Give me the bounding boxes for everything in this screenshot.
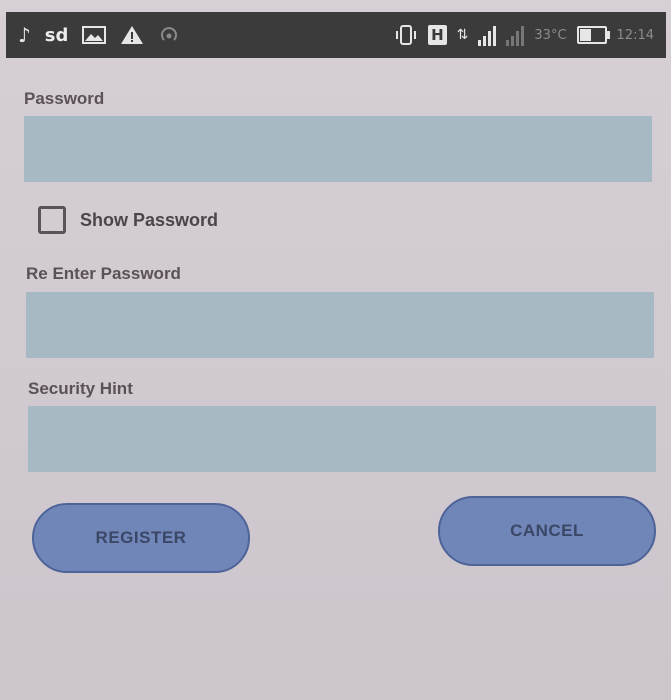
show-password-row[interactable]: Show Password (38, 206, 218, 234)
clock-text: 12:14 (616, 27, 654, 43)
app-screen: ♪ sd H ⇅ 33°C 12:14 Password Show Passwo… (0, 0, 671, 700)
sd-card-icon: sd (44, 24, 69, 46)
security-hint-label: Security Hint (28, 379, 133, 398)
warning-icon (120, 25, 144, 45)
status-left-icons: ♪ sd (18, 23, 180, 47)
hotspot-icon (158, 25, 180, 45)
music-note-icon: ♪ (18, 23, 31, 47)
signal-strength-icon (478, 24, 497, 46)
battery-icon (576, 26, 610, 44)
data-arrows-icon: ⇅ (456, 27, 469, 43)
vibrate-icon (394, 24, 418, 46)
reenter-password-label: Re Enter Password (26, 264, 181, 283)
security-hint-field[interactable] (28, 406, 656, 472)
show-password-checkbox[interactable] (38, 206, 66, 234)
status-bar: ♪ sd H ⇅ 33°C 12:14 (6, 12, 666, 58)
cancel-button[interactable]: CANCEL (438, 496, 656, 566)
register-button[interactable]: REGISTER (32, 503, 250, 573)
battery-fill (579, 29, 591, 41)
reenter-password-field[interactable] (26, 292, 654, 358)
password-field[interactable] (24, 116, 652, 182)
status-right-icons: H ⇅ 33°C 12:14 (394, 24, 654, 46)
show-password-label[interactable]: Show Password (80, 210, 218, 231)
signal-strength-secondary-icon (506, 24, 525, 46)
password-label: Password (24, 89, 105, 108)
image-icon (82, 26, 107, 44)
network-type-badge: H (428, 25, 447, 45)
temperature-text: 33°C (534, 27, 567, 43)
